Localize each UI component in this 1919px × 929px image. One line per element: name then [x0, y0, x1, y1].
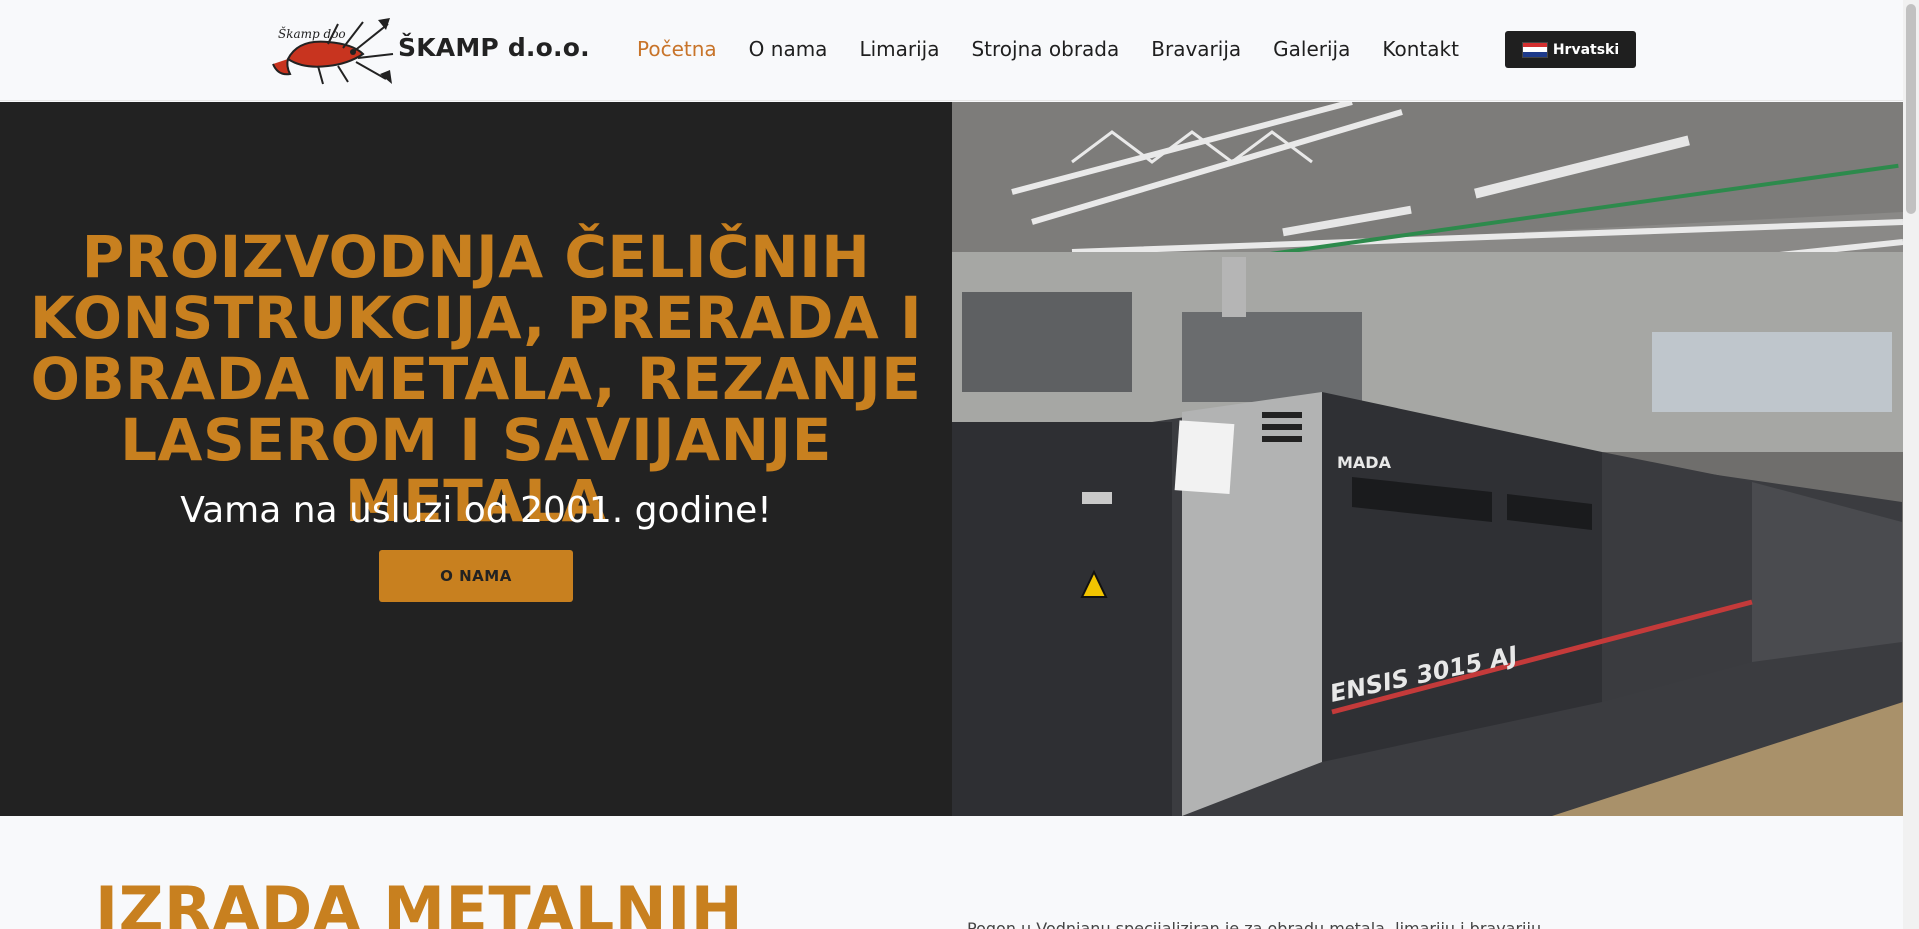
brand-name[interactable]: ŠKAMP d.o.o.	[398, 33, 590, 62]
nav-strojna-obrada[interactable]: Strojna obrada	[971, 37, 1119, 61]
hero-subtitle: Vama na usluzi od 2001. godine!	[180, 490, 772, 531]
o-nama-button[interactable]: O NAMA	[379, 550, 573, 602]
nav-galerija[interactable]: Galerija	[1273, 37, 1350, 61]
hero-title: PROIZVODNJA ČELIČNIH KONSTRUKCIJA, PRERA…	[24, 227, 928, 532]
nav-o-nama[interactable]: O nama	[749, 37, 828, 61]
nav-kontakt[interactable]: Kontakt	[1382, 37, 1459, 61]
nav-bravarija[interactable]: Bravarija	[1151, 37, 1241, 61]
hero-title-line: OBRADA METALA, REZANJE	[30, 345, 922, 413]
scrollbar-thumb[interactable]	[1906, 4, 1916, 214]
site-header: Škamp doo ŠKAMP d.o.o. Početna O nama Li…	[0, 0, 1903, 101]
logo-text: Škamp doo	[278, 25, 346, 41]
logo-shrimp-icon[interactable]: Škamp doo	[268, 14, 396, 86]
language-label: Hrvatski	[1552, 41, 1620, 58]
croatia-flag-icon	[1521, 41, 1548, 58]
main-nav: Početna O nama Limarija Strojna obrada B…	[637, 37, 1491, 61]
language-switcher[interactable]: Hrvatski	[1505, 31, 1636, 68]
section-title: IZRADA METALNIH	[95, 873, 744, 929]
hero-title-line: KONSTRUKCIJA, PRERADA I	[29, 284, 923, 352]
page-scrollbar[interactable]	[1903, 0, 1919, 929]
nav-pocetna[interactable]: Početna	[637, 37, 717, 61]
nav-limarija[interactable]: Limarija	[859, 37, 939, 61]
hero-title-line: PROIZVODNJA ČELIČNIH	[81, 223, 871, 291]
machine-brand-text: MADA	[1337, 453, 1392, 472]
section-text: Pogon u Vodnjanu specijaliziran je za ob…	[967, 919, 1542, 929]
hero-image-laser-machine: MADA ENSIS 3015 AJ	[952, 102, 1903, 816]
